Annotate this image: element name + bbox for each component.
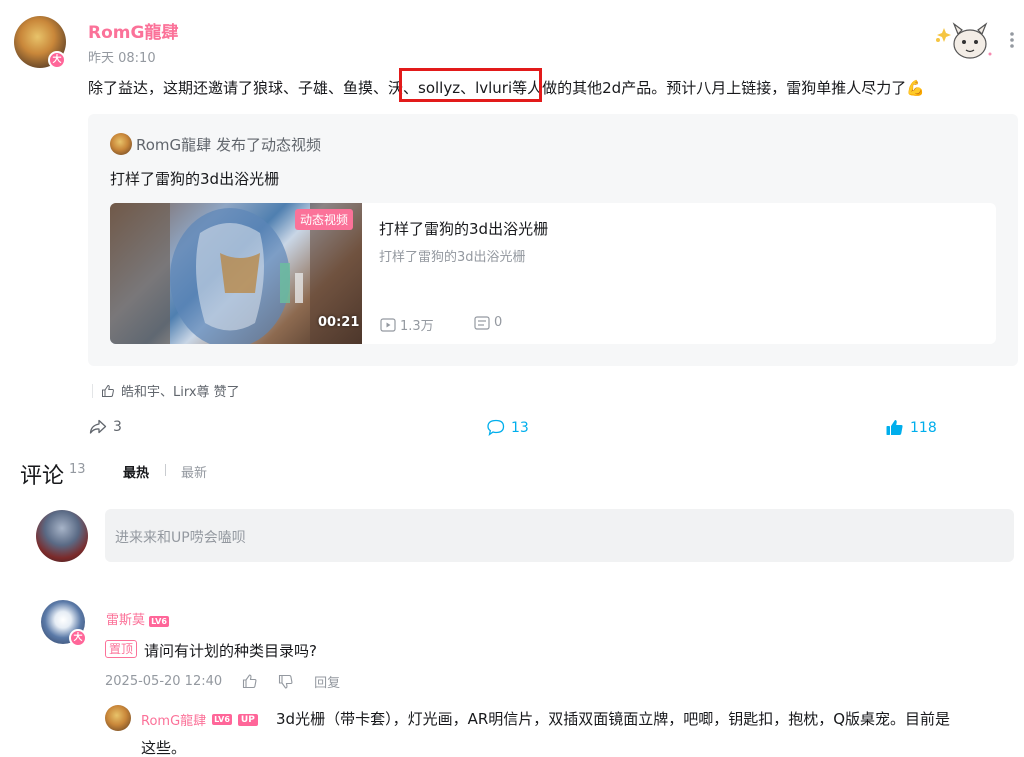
forward-count: 3 — [113, 419, 122, 435]
commenter-level-tag: LV6 — [149, 616, 169, 627]
forward-author-line: RomG龍肆 发布了动态视频 — [136, 134, 321, 155]
comments-count: 13 — [69, 462, 86, 477]
reply-level-tag: LV6 — [212, 714, 232, 725]
liked-by-line: 皓和宇、Lirx尊 赞了 — [92, 381, 240, 400]
current-user-avatar[interactable] — [36, 510, 88, 562]
comment-count: 13 — [511, 419, 529, 436]
commenter-level-badge: 大 — [69, 629, 87, 647]
video-duration: 00:21 — [318, 315, 360, 330]
author-level-badge: 大 — [48, 51, 66, 69]
commenter-name-line: 雷斯莫 LV6 — [106, 609, 169, 628]
reply-button[interactable]: 回复 — [314, 672, 340, 691]
play-count: 1.3万 — [380, 315, 434, 334]
more-options-icon[interactable] — [1006, 30, 1018, 50]
comment-dislike-icon[interactable] — [278, 674, 294, 689]
danmaku-count: 0 — [474, 315, 502, 330]
video-title[interactable]: 打样了雷狗的3d出浴光栅 — [379, 218, 548, 239]
pinned-tag: 置顶 — [105, 640, 138, 658]
share-icon — [89, 419, 107, 434]
like-button[interactable]: 118 — [886, 419, 937, 436]
forward-button[interactable]: 3 — [89, 419, 122, 435]
comment-input-placeholder: 进来来和UP唠会嗑呗 — [115, 530, 246, 546]
comment-bubble-icon — [487, 419, 505, 436]
sort-hot-tab[interactable]: 最热 — [123, 462, 149, 481]
commenter-name[interactable]: 雷斯莫 — [106, 613, 145, 628]
post-time: 昨天 08:10 — [88, 51, 156, 66]
video-type-badge: 动态视频 — [295, 209, 354, 230]
reply-author-avatar[interactable] — [105, 705, 131, 731]
comment-meta: 2025-05-20 12:40 回复 — [105, 672, 340, 691]
reply-author-line: RomG龍肆 LV6 UP — [141, 710, 258, 729]
forward-author-avatar[interactable] — [110, 133, 132, 155]
decoration-sticker-icon — [936, 22, 992, 59]
comment-text: 请问有计划的种类目录吗? — [144, 642, 317, 660]
reply-text-line2: 这些。 — [141, 739, 187, 757]
sort-new-tab[interactable]: 最新 — [181, 462, 207, 481]
play-icon — [380, 317, 396, 332]
comment-button[interactable]: 13 — [487, 419, 529, 436]
liked-by-text[interactable]: 皓和宇、Lirx尊 赞了 — [121, 381, 240, 400]
reply-author-name[interactable]: RomG龍肆 — [141, 710, 206, 729]
comment-like-icon[interactable] — [242, 674, 258, 689]
danmaku-icon — [474, 315, 490, 330]
forward-title: 打样了雷狗的3d出浴光栅 — [110, 170, 280, 188]
highlight-annotation-box — [399, 68, 542, 102]
up-tag: UP — [237, 713, 258, 726]
author-name[interactable]: RomG龍肆 — [88, 18, 178, 43]
comments-title: 评论 — [20, 464, 65, 489]
video-description: 打样了雷狗的3d出浴光栅 — [379, 250, 526, 265]
forward-action-text: 发布了动态视频 — [215, 136, 321, 154]
reply-text-line1: 3d光栅（带卡套），灯光画，AR明信片，双插双面镜面立牌，吧唧，钥匙扣，抱枕，Q… — [276, 710, 951, 728]
play-count-value: 1.3万 — [400, 319, 434, 334]
danmaku-count-value: 0 — [494, 315, 503, 330]
forward-author-name[interactable]: RomG龍肆 — [136, 136, 211, 154]
like-count: 118 — [910, 419, 937, 436]
divider — [92, 383, 93, 398]
comment-time: 2025-05-20 12:40 — [105, 674, 223, 689]
thumb-up-filled-icon — [886, 420, 903, 435]
thumb-up-outline-icon — [102, 384, 114, 397]
sort-divider — [165, 464, 166, 476]
